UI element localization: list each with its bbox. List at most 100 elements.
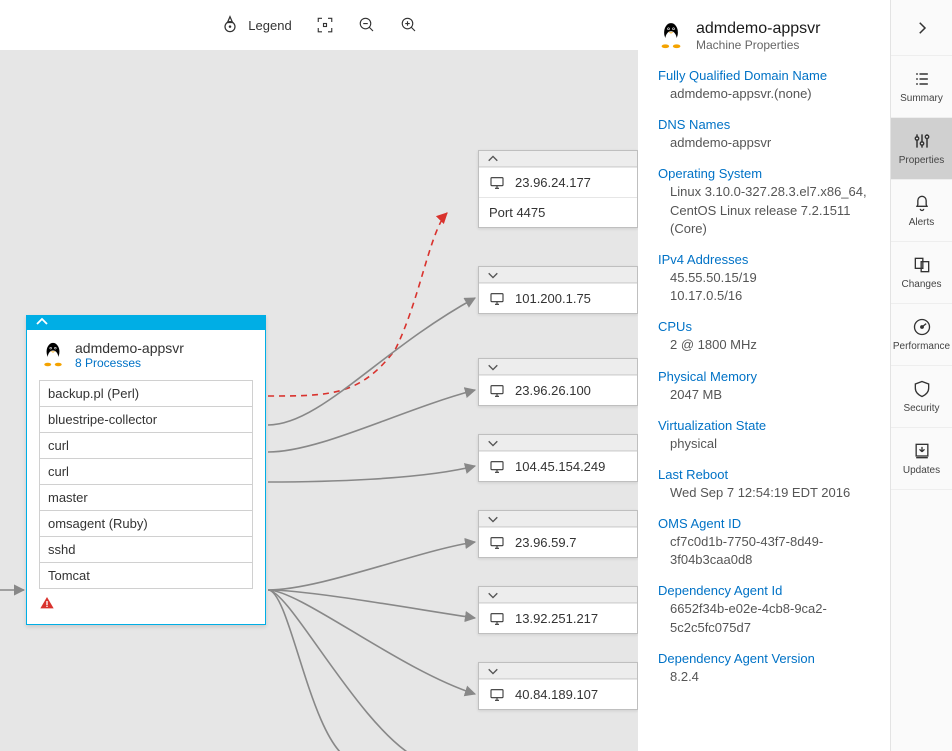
property: Dependency Agent Version8.2.4 (658, 651, 874, 686)
external-ip-label: 23.96.24.177 (515, 175, 591, 190)
property: CPUs 2 @ 1800 MHz (658, 319, 874, 354)
tab-properties[interactable]: Properties (891, 118, 952, 180)
process-row[interactable]: bluestripe-collector (39, 406, 253, 433)
compass-icon (220, 15, 240, 35)
tab-security[interactable]: Security (891, 366, 952, 428)
tab-summary[interactable]: Summary (891, 56, 952, 118)
external-ip-label: 23.96.59.7 (515, 535, 576, 550)
fit-screen-icon (316, 16, 334, 34)
zoom-out-button[interactable] (358, 16, 376, 34)
details-title: admdemo-appsvr (696, 20, 821, 38)
property: Virtualization State physical (658, 418, 874, 453)
external-node[interactable]: 104.45.154.249 (478, 434, 638, 482)
property: DNS Namesadmdemo-appsvr (658, 117, 874, 152)
zoom-in-button[interactable] (400, 16, 418, 34)
chevron-down-icon[interactable] (479, 587, 637, 603)
process-row[interactable]: Tomcat (39, 562, 253, 589)
chevron-down-icon[interactable] (479, 511, 637, 527)
download-icon (912, 441, 932, 461)
external-node[interactable]: 40.84.189.107 (478, 662, 638, 710)
chevron-down-icon[interactable] (479, 267, 637, 283)
property-label: OMS Agent ID (658, 516, 874, 531)
node-subtitle: 8 Processes (75, 356, 184, 370)
node-titlebar[interactable] (27, 316, 265, 330)
external-node[interactable]: 23.96.26.100 (478, 358, 638, 406)
property-value: 45.55.50.15/19 (658, 269, 874, 287)
details-panel: admdemo-appsvr Machine Properties Fully … (638, 0, 890, 751)
node-name: admdemo-appsvr (75, 340, 184, 356)
chevron-right-icon (913, 19, 931, 37)
details-subtitle: Machine Properties (696, 38, 821, 52)
chevron-down-icon[interactable] (479, 663, 637, 679)
tab-label: Changes (901, 279, 941, 290)
monitor-icon (489, 291, 505, 307)
external-node[interactable]: 13.92.251.217 (478, 586, 638, 634)
tab-label: Alerts (909, 217, 935, 228)
property-value: 2 @ 1800 MHz (658, 336, 874, 354)
external-ip-row[interactable]: 13.92.251.217 (479, 603, 637, 633)
machine-node[interactable]: admdemo-appsvr 8 Processes backup.pl (Pe… (26, 315, 266, 625)
external-ip-row[interactable]: 40.84.189.107 (479, 679, 637, 709)
property: Fully Qualified Domain Nameadmdemo-appsv… (658, 68, 874, 103)
process-row[interactable]: backup.pl (Perl) (39, 380, 253, 407)
tab-performance[interactable]: Performance (891, 304, 952, 366)
collapse-panel-button[interactable] (891, 0, 952, 56)
process-row[interactable]: master (39, 484, 253, 511)
external-ip-row[interactable]: 23.96.59.7 (479, 527, 637, 557)
property-label: Last Reboot (658, 467, 874, 482)
property-label: Operating System (658, 166, 874, 181)
property-value: Wed Sep 7 12:54:19 EDT 2016 (658, 484, 874, 502)
property: Operating SystemLinux 3.10.0-327.28.3.el… (658, 166, 874, 238)
process-row[interactable]: curl (39, 458, 253, 485)
process-list: backup.pl (Perl)bluestripe-collectorcurl… (27, 376, 265, 589)
zoom-in-icon (400, 16, 418, 34)
canvas-toolbar: Legend (0, 0, 638, 50)
fit-button[interactable] (316, 16, 334, 34)
property-value: 6652f34b-e02e-4cb8-9ca2-5c2c5fc075d7 (658, 600, 874, 636)
external-ip-row[interactable]: 104.45.154.249 (479, 451, 637, 481)
property: Dependency Agent Id6652f34b-e02e-4cb8-9c… (658, 583, 874, 636)
external-ip-row[interactable]: 23.96.24.177 (479, 167, 637, 197)
process-row[interactable]: sshd (39, 536, 253, 563)
monitor-icon (489, 383, 505, 399)
external-ip-label: 104.45.154.249 (515, 459, 605, 474)
property-label: CPUs (658, 319, 874, 334)
external-port-row[interactable]: Port 4475 (479, 197, 637, 227)
property-value: 2047 MB (658, 386, 874, 404)
property: OMS Agent ID cf7c0d1b-7750-43f7-8d49-3f04… (658, 516, 874, 569)
external-ip-label: 13.92.251.217 (515, 611, 598, 626)
warning-icon[interactable] (39, 599, 55, 614)
external-ip-row[interactable]: 23.96.26.100 (479, 375, 637, 405)
external-node[interactable]: 23.96.59.7 (478, 510, 638, 558)
external-ip-label: Port 4475 (489, 205, 545, 220)
process-row[interactable]: curl (39, 432, 253, 459)
tab-alerts[interactable]: Alerts (891, 180, 952, 242)
external-ip-label: 101.200.1.75 (515, 291, 591, 306)
shield-icon (912, 379, 932, 399)
process-row[interactable]: omsagent (Ruby) (39, 510, 253, 537)
property-value: admdemo-appsvr.(none) (658, 85, 874, 103)
chevron-down-icon[interactable] (479, 435, 637, 451)
property-label: DNS Names (658, 117, 874, 132)
property: Last Reboot Wed Sep 7 12:54:19 EDT 2016 (658, 467, 874, 502)
external-ip-label: 23.96.26.100 (515, 383, 591, 398)
external-ip-row[interactable]: 101.200.1.75 (479, 283, 637, 313)
tab-label: Performance (893, 341, 950, 352)
tab-changes[interactable]: Changes (891, 242, 952, 304)
property-value: physical (658, 435, 874, 453)
tab-label: Security (903, 403, 939, 414)
property-label: IPv4 Addresses (658, 252, 874, 267)
property-label: Virtualization State (658, 418, 874, 433)
chevron-down-icon[interactable] (479, 359, 637, 375)
tab-label: Updates (903, 465, 940, 476)
tab-label: Properties (899, 155, 945, 166)
property-value: 10.17.0.5/16 (658, 287, 874, 305)
external-node[interactable]: 101.200.1.75 (478, 266, 638, 314)
legend-button[interactable]: Legend (220, 15, 291, 35)
chevron-up-icon[interactable] (479, 151, 637, 167)
property-value: cf7c0d1b-7750-43f7-8d49-3f04b3caa0d8 (658, 533, 874, 569)
dependency-map-canvas[interactable]: admdemo-appsvr 8 Processes backup.pl (Pe… (0, 50, 638, 751)
external-node[interactable]: 23.96.24.177 Port 4475 (478, 150, 638, 228)
tab-updates[interactable]: Updates (891, 428, 952, 490)
monitor-icon (489, 687, 505, 703)
